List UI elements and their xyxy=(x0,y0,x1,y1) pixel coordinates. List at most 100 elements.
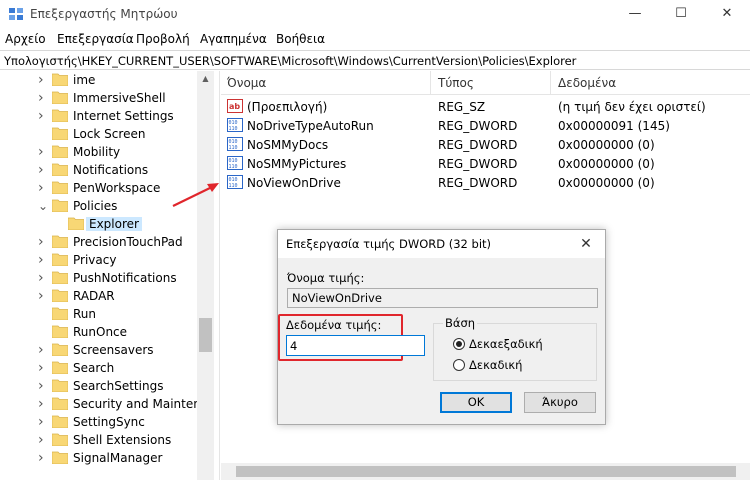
annotation-arrow-icon xyxy=(172,183,219,207)
cancel-button[interactable]: Άκυρο xyxy=(524,392,596,413)
tree-item[interactable]: › PushNotifications xyxy=(0,269,196,287)
chevron-right-icon[interactable]: › xyxy=(38,289,48,303)
chevron-right-icon[interactable]: › xyxy=(38,451,48,465)
maximize-button[interactable]: ☐ xyxy=(658,0,704,28)
tree-item-label: ImmersiveShell xyxy=(73,91,166,105)
menu-bar: Αρχείο Επεξεργασία Προβολή Αγαπημένα Βοή… xyxy=(0,29,750,49)
chevron-right-icon[interactable]: › xyxy=(38,361,48,375)
value-data-field[interactable] xyxy=(286,335,425,356)
value-type-cell: REG_DWORD xyxy=(438,138,518,152)
tree-item[interactable]: › Internet Settings xyxy=(0,107,196,125)
value-name-cell: NoSMMyDocs xyxy=(247,138,329,152)
chevron-right-icon[interactable]: › xyxy=(38,91,48,105)
tree-item[interactable]: › PrecisionTouchPad xyxy=(0,233,196,251)
hex-radio-label[interactable]: Δεκαεξαδική xyxy=(469,337,543,351)
radio-unselected-icon[interactable] xyxy=(453,359,465,371)
tree-item[interactable]: Run xyxy=(0,305,196,323)
column-type-header[interactable]: Τύπος xyxy=(438,76,474,90)
binary-value-icon: 010 110 xyxy=(227,175,243,189)
chevron-right-icon[interactable]: › xyxy=(38,235,48,249)
dec-radio[interactable]: Δεκαδική xyxy=(453,357,583,373)
dialog-close-button[interactable]: ✕ xyxy=(574,234,598,254)
tree-item[interactable]: › ime xyxy=(0,71,196,89)
tree-item[interactable]: › RADAR xyxy=(0,287,196,305)
tree-item[interactable]: › SignalManager xyxy=(0,449,196,467)
column-separator[interactable] xyxy=(550,71,551,95)
pane-splitter[interactable] xyxy=(214,71,220,480)
menu-favorites[interactable]: Αγαπημένα xyxy=(200,32,267,46)
chevron-right-icon[interactable]: › xyxy=(38,163,48,177)
tree-item[interactable]: › Mobility xyxy=(0,143,196,161)
tree-item[interactable]: › Shell Extensions xyxy=(0,431,196,449)
tree-scrollbar[interactable] xyxy=(197,71,214,480)
folder-icon xyxy=(52,325,68,338)
list-header: Όνομα Τύπος Δεδομένα xyxy=(221,71,750,95)
tree-item[interactable]: › Privacy xyxy=(0,251,196,269)
chevron-right-icon[interactable]: › xyxy=(38,181,48,195)
tree-item[interactable]: › Security and Maintenar xyxy=(0,395,213,413)
column-name-header[interactable]: Όνομα xyxy=(227,76,266,90)
value-data-input[interactable] xyxy=(290,338,420,353)
tree-item-label: Internet Settings xyxy=(73,109,174,123)
menu-help[interactable]: Βοήθεια xyxy=(276,32,325,46)
base-label: Βάση xyxy=(443,316,478,330)
tree-item-label: Privacy xyxy=(73,253,117,267)
tree-item[interactable]: › Search xyxy=(0,359,196,377)
table-row[interactable]: 010 110 NoViewOnDrive REG_DWORD 0x00000000 (… xyxy=(221,173,750,192)
tree-item[interactable]: › PenWorkspace xyxy=(0,179,196,197)
hex-radio[interactable]: Δεκαεξαδική xyxy=(453,336,583,352)
tree-pane[interactable]: › ime › ImmersiveShell › Internet Settings Loc… xyxy=(0,71,214,480)
minimize-button[interactable]: — xyxy=(612,0,658,28)
no-chevron xyxy=(38,128,48,140)
dec-radio-label[interactable]: Δεκαδική xyxy=(469,358,522,372)
chevron-right-icon[interactable]: › xyxy=(38,433,48,447)
tree-item[interactable]: ⌄ Policies xyxy=(0,197,196,215)
chevron-right-icon[interactable]: › xyxy=(38,145,48,159)
tree-item[interactable]: › Screensavers xyxy=(0,341,196,359)
table-row[interactable]: 010 110 NoSMMyPictures REG_DWORD 0x00000000 … xyxy=(221,154,750,173)
chevron-right-icon[interactable]: › xyxy=(38,253,48,267)
tree-item[interactable]: Explorer xyxy=(0,215,196,233)
ok-button[interactable]: OK xyxy=(440,392,512,413)
value-data-cell: 0x00000000 (0) xyxy=(558,176,655,190)
tree-item-label: Search xyxy=(73,361,115,375)
tree-item-label: Lock Screen xyxy=(73,127,146,141)
value-name-cell: NoViewOnDrive xyxy=(247,176,341,190)
menu-edit[interactable]: Επεξεργασία xyxy=(57,32,134,46)
value-name-cell: NoDriveTypeAutoRun xyxy=(247,119,374,133)
scroll-up-arrow-icon[interactable]: ▲ xyxy=(199,74,212,84)
chevron-right-icon[interactable]: › xyxy=(38,415,48,429)
chevron-right-icon[interactable]: › xyxy=(38,397,48,411)
chevron-right-icon[interactable]: › xyxy=(38,73,48,87)
tree-item[interactable]: › SearchSettings xyxy=(0,377,196,395)
menu-view[interactable]: Προβολή xyxy=(136,32,190,46)
tree-item[interactable]: Lock Screen xyxy=(0,125,196,143)
tree-item[interactable]: › SettingSync xyxy=(0,413,196,431)
menu-file[interactable]: Αρχείο xyxy=(5,32,46,46)
radio-selected-icon[interactable] xyxy=(453,338,465,350)
svg-text:110: 110 xyxy=(229,145,238,151)
tree-item[interactable]: › Notifications xyxy=(0,161,196,179)
tree-item[interactable]: › ImmersiveShell xyxy=(0,89,196,107)
chevron-right-icon[interactable]: › xyxy=(38,379,48,393)
horizontal-scrollbar-thumb[interactable] xyxy=(236,466,736,477)
table-row[interactable]: 010 110 NoSMMyDocs REG_DWORD 0x00000000 (0) xyxy=(221,135,750,154)
table-row[interactable]: ab (Προεπιλογή) REG_SZ (η τιμή δεν έχει ορι… xyxy=(221,97,750,116)
value-data-label: Δεδομένα τιμής: xyxy=(286,318,382,332)
chevron-right-icon[interactable]: › xyxy=(38,271,48,285)
column-data-header[interactable]: Δεδομένα xyxy=(558,76,616,90)
tree-item-label: SettingSync xyxy=(73,415,145,429)
folder-icon xyxy=(52,145,68,158)
tree-item[interactable]: RunOnce xyxy=(0,323,196,341)
column-separator[interactable] xyxy=(430,71,431,95)
value-name-label: Όνομα τιμής: xyxy=(287,271,365,285)
tree-scrollbar-thumb[interactable] xyxy=(199,318,212,352)
table-row[interactable]: 010 110 NoDriveTypeAutoRun REG_DWORD 0x00000… xyxy=(221,116,750,135)
binary-value-icon: 010 110 xyxy=(227,118,243,132)
address-bar[interactable]: Υπολογιστής\HKEY_CURRENT_USER\SOFTWARE\M… xyxy=(0,50,750,70)
close-button[interactable]: ✕ xyxy=(704,0,750,28)
chevron-down-icon[interactable]: ⌄ xyxy=(38,200,48,212)
chevron-right-icon[interactable]: › xyxy=(38,343,48,357)
chevron-right-icon[interactable]: › xyxy=(38,109,48,123)
tree-item-label: Policies xyxy=(73,199,118,213)
